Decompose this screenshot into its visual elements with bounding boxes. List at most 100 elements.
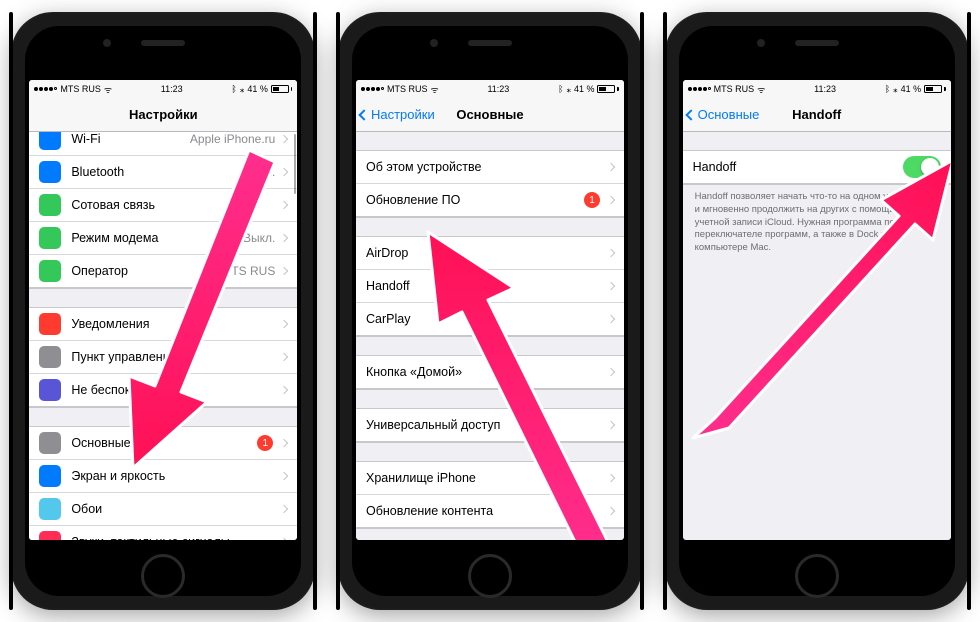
chevron-right-icon — [607, 507, 615, 515]
row-value: Выкл. — [243, 231, 275, 245]
chevron-right-icon — [280, 267, 288, 275]
chevron-right-icon — [280, 234, 288, 242]
row-label: Пункт управления — [71, 350, 281, 364]
chevron-right-icon — [280, 135, 288, 143]
settings-row[interactable]: Уведомления — [29, 308, 297, 341]
row-label: Экран и яркость — [71, 469, 281, 483]
settings-row[interactable]: Экран и яркость — [29, 460, 297, 493]
row-icon — [39, 227, 61, 249]
bluetooth-icon: ᛒ — [885, 84, 890, 94]
chevron-right-icon — [607, 282, 615, 290]
settings-row[interactable]: Обновление ПО1 — [356, 184, 624, 217]
row-icon — [39, 498, 61, 520]
settings-row[interactable]: BluetoothВкл. — [29, 156, 297, 189]
settings-row[interactable]: Handoff — [356, 270, 624, 303]
chevron-right-icon — [607, 421, 615, 429]
settings-row[interactable]: Хранилище iPhone — [356, 462, 624, 495]
screen-handoff: MTS RUSᯤ 11:23 ᛒ⁎41 % Основные Handoff H… — [683, 80, 951, 540]
row-label: Режим модема — [71, 231, 243, 245]
chevron-right-icon — [280, 353, 288, 361]
handoff-toggle[interactable] — [903, 156, 941, 178]
back-button[interactable]: Настройки — [360, 107, 435, 122]
settings-row[interactable]: Основные1 — [29, 427, 297, 460]
bluetooth-icon: ᛒ — [558, 84, 563, 94]
chevron-right-icon — [607, 249, 615, 257]
nav-bar: Настройки — [29, 98, 297, 132]
row-label: Не беспокоить — [71, 383, 281, 397]
chevron-right-icon — [607, 163, 615, 171]
settings-row[interactable]: CarPlay — [356, 303, 624, 336]
chevron-right-icon — [280, 538, 288, 540]
row-icon — [39, 465, 61, 487]
chevron-right-icon — [607, 196, 615, 204]
chevron-right-icon — [280, 168, 288, 176]
settings-row[interactable]: Режим модемаВыкл. — [29, 222, 297, 255]
row-label: Кнопка «Домой» — [366, 365, 608, 379]
row-label: Об этом устройстве — [366, 160, 608, 174]
bluetooth-icon: ᛒ — [231, 84, 236, 94]
row-label: Звуки, тактильные сигналы — [71, 535, 281, 540]
row-label: AirDrop — [366, 246, 608, 260]
screen-general: MTS RUSᯤ 11:23 ᛒ⁎41 % Настройки Основные… — [356, 80, 624, 540]
chevron-right-icon — [607, 315, 615, 323]
chevron-right-icon — [280, 201, 288, 209]
chevron-left-icon — [685, 109, 696, 120]
chevron-right-icon — [607, 474, 615, 482]
settings-row[interactable]: AirDrop — [356, 237, 624, 270]
nav-bar: Основные Handoff — [683, 98, 951, 132]
phone-frame: MTS RUSᯤ 11:23 ᛒ⁎41 % Основные Handoff H… — [665, 12, 969, 610]
row-value: MTS RUS — [221, 264, 275, 278]
chevron-right-icon — [607, 368, 615, 376]
scrollbar[interactable] — [294, 134, 297, 194]
row-icon — [39, 132, 61, 150]
settings-row[interactable]: Пункт управления — [29, 341, 297, 374]
page-title: Настройки — [129, 107, 198, 122]
row-label: Уведомления — [71, 317, 281, 331]
row-label: Обновление контента — [366, 504, 608, 518]
row-value: Apple iPhone.ru — [190, 132, 275, 146]
row-label: Wi-Fi — [71, 132, 190, 146]
settings-row[interactable]: Не беспокоить — [29, 374, 297, 407]
row-label: Универсальный доступ — [366, 418, 608, 432]
row-label: Bluetooth — [71, 165, 251, 179]
row-label: Сотовая связь — [71, 198, 275, 212]
status-bar: MTS RUSᯤ 11:23 ᛒ⁎41 % — [683, 80, 951, 98]
row-icon — [39, 260, 61, 282]
row-label: Обновление ПО — [366, 193, 584, 207]
settings-row[interactable]: Универсальный доступ — [356, 409, 624, 442]
row-label: Основные — [71, 436, 257, 450]
row-label: Handoff — [366, 279, 608, 293]
settings-row[interactable]: Сотовая связь — [29, 189, 297, 222]
chevron-right-icon — [280, 320, 288, 328]
settings-row[interactable]: Обои — [29, 493, 297, 526]
row-icon — [39, 161, 61, 183]
settings-row[interactable]: Кнопка «Домой» — [356, 356, 624, 389]
row-icon — [39, 346, 61, 368]
phone-frame: MTS RUSᯤ 11:23 ᛒ⁎41 % Настройки Основные… — [338, 12, 642, 610]
settings-row[interactable]: Wi-FiApple iPhone.ru — [29, 132, 297, 156]
settings-row[interactable]: ОператорMTS RUS — [29, 255, 297, 288]
row-icon — [39, 432, 61, 454]
row-value: Вкл. — [252, 165, 276, 179]
badge: 1 — [257, 435, 273, 451]
row-label: CarPlay — [366, 312, 608, 326]
row-icon — [39, 531, 61, 540]
row-icon — [39, 379, 61, 401]
chevron-left-icon — [358, 109, 369, 120]
page-title: Handoff — [792, 107, 841, 122]
chevron-right-icon — [280, 505, 288, 513]
nav-bar: Настройки Основные — [356, 98, 624, 132]
settings-row[interactable]: Звуки, тактильные сигналы — [29, 526, 297, 540]
row-label: Хранилище iPhone — [366, 471, 608, 485]
phone-frame: MTS RUSᯤ 11:23 ᛒ⁎41 % Настройки Wi-FiApp… — [11, 12, 315, 610]
screen-settings: MTS RUSᯤ 11:23 ᛒ⁎41 % Настройки Wi-FiApp… — [29, 80, 297, 540]
status-bar: MTS RUSᯤ 11:23 ᛒ⁎41 % — [356, 80, 624, 98]
back-button[interactable]: Основные — [687, 107, 760, 122]
handoff-description: Handoff позволяет начать что-то на одном… — [683, 185, 951, 261]
chevron-right-icon — [280, 386, 288, 394]
settings-row[interactable]: Об этом устройстве — [356, 151, 624, 184]
handoff-toggle-row[interactable]: Handoff — [683, 151, 951, 184]
row-icon — [39, 313, 61, 335]
chevron-right-icon — [280, 439, 288, 447]
settings-row[interactable]: Обновление контента — [356, 495, 624, 528]
